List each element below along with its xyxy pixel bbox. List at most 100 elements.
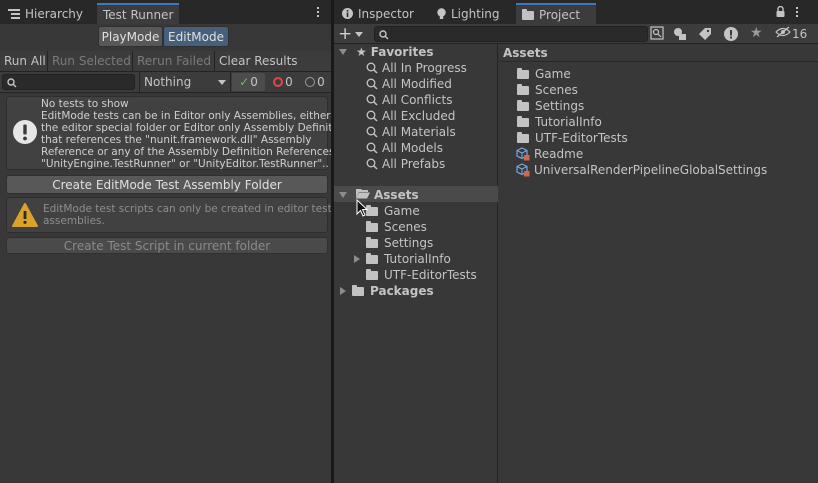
expand-arrow-icon[interactable] xyxy=(340,287,346,295)
tree-asset-folder[interactable]: TutorialInfo xyxy=(354,251,451,267)
content-item-label: Game xyxy=(535,67,571,81)
tree-asset-folder[interactable]: Scenes xyxy=(366,219,427,235)
tab-project-label: Project xyxy=(539,7,581,22)
create-dropdown[interactable]: + xyxy=(338,25,368,43)
project-search-input[interactable] xyxy=(374,26,648,42)
failed-filter-toggle[interactable]: 0 xyxy=(268,73,298,91)
content-asset-item[interactable]: UniversalRenderPipelineGlobalSettings xyxy=(516,162,767,178)
folder-icon xyxy=(522,8,534,20)
project-window: Inspector Lighting Project + ★ 16 ★ Favo… xyxy=(334,0,818,483)
content-asset-item[interactable]: Readme xyxy=(516,146,583,162)
search-icon xyxy=(366,78,378,90)
folder-icon xyxy=(517,84,529,95)
tree-assets-folder[interactable]: Assets xyxy=(339,187,419,203)
editmode-warning-box: EditMode test scripts can only be create… xyxy=(6,197,331,233)
scriptable-object-icon xyxy=(516,163,530,177)
run-all-button[interactable]: Run All xyxy=(0,51,48,71)
content-item-label: UniversalRenderPipelineGlobalSettings xyxy=(534,163,768,177)
warning-text: EditMode test scripts can only be create… xyxy=(43,203,331,227)
info-text: No tests to show EditMode tests can be i… xyxy=(41,98,331,170)
tree-packages-folder[interactable]: Packages xyxy=(340,283,434,299)
content-folder-item[interactable]: TutorialInfo xyxy=(517,114,602,130)
tab-lighting-label: Lighting xyxy=(451,6,500,21)
tab-hierarchy-label: Hierarchy xyxy=(25,6,84,21)
project-toolbar: + ★ 16 xyxy=(334,24,818,44)
lock-icon[interactable] xyxy=(776,5,785,20)
scriptable-object-icon xyxy=(516,147,530,161)
info-exclamation-icon xyxy=(12,119,38,148)
expand-arrow-icon[interactable] xyxy=(354,255,360,263)
filter-by-type-icon[interactable] xyxy=(673,27,687,44)
content-breadcrumb-label[interactable]: Assets xyxy=(503,46,548,60)
create-test-script-button[interactable]: Create Test Script in current folder xyxy=(6,237,328,254)
test-search-input[interactable] xyxy=(2,74,135,90)
failed-count: 0 xyxy=(285,75,293,89)
content-item-label: Scenes xyxy=(535,83,578,97)
tree-favorite-item[interactable]: All Conflicts xyxy=(366,92,452,108)
tree-packages-label: Packages xyxy=(370,284,434,298)
search-icon xyxy=(379,29,389,43)
category-dropdown[interactable]: Nothing xyxy=(139,72,231,92)
tree-asset-folder-label: Scenes xyxy=(384,220,427,234)
tree-asset-folder[interactable]: Settings xyxy=(366,235,433,251)
tree-favorite-item[interactable]: All In Progress xyxy=(366,60,467,76)
tree-asset-folder-label: Game xyxy=(384,204,420,218)
category-dropdown-value: Nothing xyxy=(144,75,192,89)
tree-asset-folder-label: TutorialInfo xyxy=(384,252,451,266)
content-item-label: TutorialInfo xyxy=(535,115,602,129)
console-exclamation-icon[interactable] xyxy=(724,27,738,44)
content-item-label: Readme xyxy=(534,147,584,161)
playmode-button[interactable]: PlayMode xyxy=(98,26,163,47)
create-editmode-assembly-button[interactable]: Create EditMode Test Assembly Folder xyxy=(6,175,328,194)
tab-hierarchy[interactable]: Hierarchy xyxy=(2,3,89,24)
filter-by-label-icon[interactable] xyxy=(698,27,712,44)
expand-arrow-icon[interactable] xyxy=(339,49,347,55)
search-by-type-icon[interactable] xyxy=(650,26,664,40)
chevron-down-icon xyxy=(355,31,364,37)
tab-test-runner[interactable]: Test Runner xyxy=(97,3,179,24)
tree-favorite-item[interactable]: All Prefabs xyxy=(366,156,445,172)
favorites-header[interactable]: ★ Favorites xyxy=(339,44,433,60)
run-selected-button[interactable]: Run Selected xyxy=(48,51,133,71)
clear-results-button[interactable]: Clear Results xyxy=(215,51,298,71)
left-panel-menu-icon[interactable] xyxy=(313,4,323,20)
tab-lighting[interactable]: Lighting xyxy=(431,3,506,24)
search-icon xyxy=(366,110,378,122)
project-window-menu-icon[interactable] xyxy=(792,4,802,20)
info-line-5: Reference or any of the Assembly Definit… xyxy=(41,146,331,158)
info-line-3: the editor special folder or Editor only… xyxy=(41,122,331,134)
content-folder-item[interactable]: Game xyxy=(517,66,571,82)
tree-asset-folder[interactable]: UTF-EditorTests xyxy=(366,267,477,283)
tree-favorite-item[interactable]: All Excluded xyxy=(366,108,455,124)
expand-arrow-icon[interactable] xyxy=(339,192,347,198)
tab-inspector-label: Inspector xyxy=(358,6,414,21)
tree-favorite-label: All Modified xyxy=(382,77,452,91)
tab-project[interactable]: Project xyxy=(516,3,596,24)
tree-favorite-item[interactable]: All Modified xyxy=(366,76,452,92)
editmode-button[interactable]: EditMode xyxy=(163,26,229,47)
tree-favorite-item[interactable]: All Models xyxy=(366,140,443,156)
tree-favorite-label: All Prefabs xyxy=(382,157,446,171)
info-icon xyxy=(342,8,353,19)
info-line-1: No tests to show xyxy=(41,98,129,110)
star-icon: ★ xyxy=(356,45,367,59)
rerun-failed-button[interactable]: Rerun Failed xyxy=(133,51,215,71)
tree-favorite-label: All Excluded xyxy=(382,109,456,123)
favorite-star-icon[interactable]: ★ xyxy=(750,25,763,41)
content-item-label: UTF-EditorTests xyxy=(535,131,628,145)
content-folder-item[interactable]: UTF-EditorTests xyxy=(517,130,628,146)
tab-inspector[interactable]: Inspector xyxy=(336,3,420,24)
folder-icon xyxy=(517,68,529,79)
mouse-cursor-icon xyxy=(356,198,369,220)
content-folder-item[interactable]: Scenes xyxy=(517,82,578,98)
hidden-packages-toggle[interactable]: 16 xyxy=(775,26,807,41)
content-folder-item[interactable]: Settings xyxy=(517,98,584,114)
passed-filter-toggle[interactable]: ✓ 0 xyxy=(232,73,265,91)
skipped-filter-toggle[interactable]: 0 xyxy=(300,73,330,91)
tree-favorite-label: All Conflicts xyxy=(382,93,453,107)
search-icon xyxy=(366,94,378,106)
folder-icon xyxy=(366,237,378,248)
tree-favorite-item[interactable]: All Materials xyxy=(366,124,456,140)
project-content-pane: Assets Game Scenes Settings TutorialInfo… xyxy=(499,44,818,483)
tree-asset-folder[interactable]: Game xyxy=(366,203,420,219)
